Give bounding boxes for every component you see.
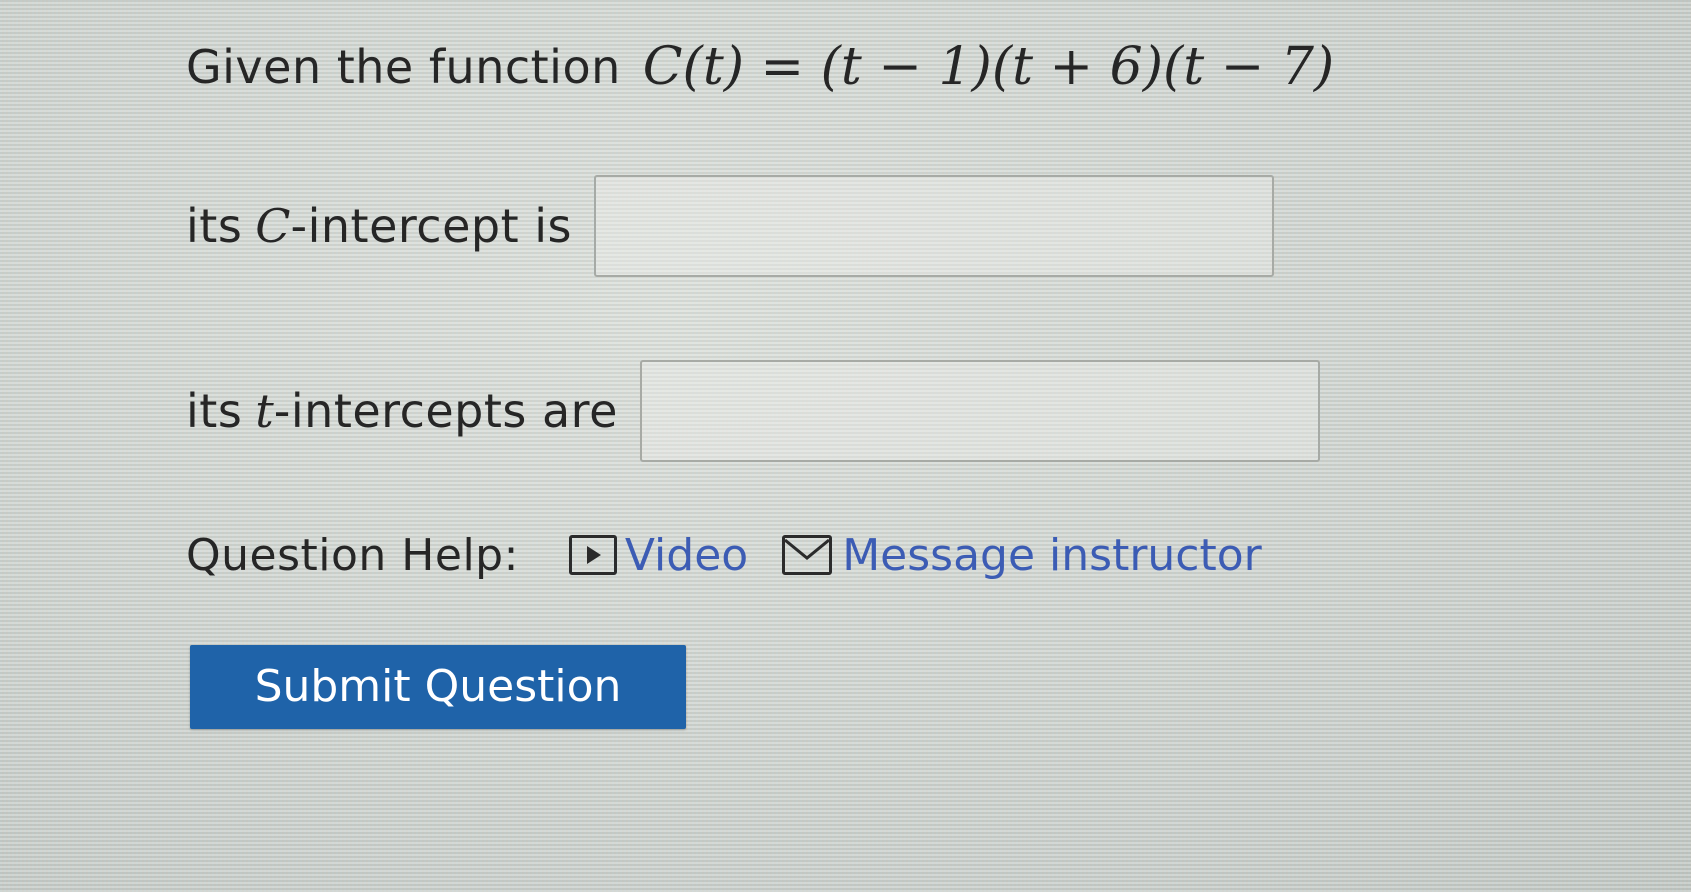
- question-line-function: Given the function C(t) = (t − 1)(t + 6)…: [186, 22, 1334, 112]
- message-instructor-link[interactable]: Message instructor: [782, 530, 1262, 581]
- t-intercepts-label: -intercepts are: [273, 384, 618, 438]
- c-intercept-prefix: its: [186, 199, 243, 253]
- c-intercept-variable: C: [255, 199, 291, 253]
- question-help-label: Question Help:: [186, 529, 519, 581]
- c-intercept-label: -intercept is: [290, 199, 572, 253]
- envelope-icon: [782, 535, 833, 575]
- video-link-label: Video: [624, 529, 749, 581]
- video-link[interactable]: Video: [568, 529, 749, 581]
- message-instructor-label: Message instructor: [842, 529, 1262, 581]
- function-expression: C(t) = (t − 1)(t + 6)(t − 7): [642, 37, 1335, 97]
- t-intercepts-prefix: its: [186, 384, 243, 438]
- t-intercepts-row: its t -intercepts are: [186, 360, 1320, 462]
- c-intercept-row: its C -intercept is: [186, 175, 1274, 277]
- submit-question-button[interactable]: Submit Question: [190, 645, 686, 729]
- question-intro-text: Given the function: [186, 40, 621, 94]
- video-play-icon: [568, 535, 617, 575]
- t-intercepts-input[interactable]: [639, 360, 1320, 462]
- t-intercepts-variable: t: [255, 384, 274, 438]
- question-help-row: Question Help: Video Message instructor: [186, 520, 1262, 590]
- c-intercept-input[interactable]: [593, 175, 1274, 277]
- envelope-icon-svg: [785, 538, 830, 560]
